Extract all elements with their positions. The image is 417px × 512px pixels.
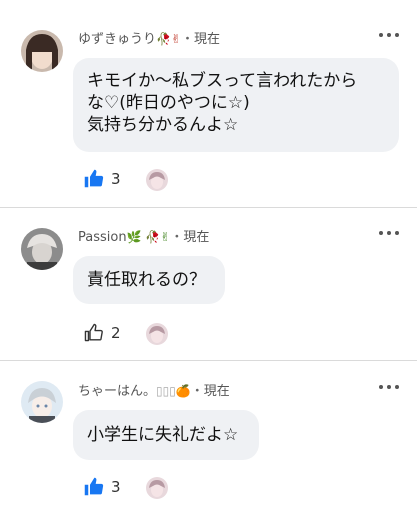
comment-bubble: 小学生に失礼だよ☆ — [73, 410, 259, 460]
more-options-icon[interactable] — [379, 31, 399, 39]
author-name[interactable]: ちゃーはん。 — [78, 384, 156, 399]
separator-dot: ・ — [181, 32, 195, 47]
timestamp: 現在 — [183, 230, 210, 245]
thumbs-up-icon — [84, 169, 104, 188]
separator-dot: ・ — [190, 384, 204, 399]
like-count: 3 — [111, 169, 121, 188]
more-options-icon[interactable] — [379, 383, 399, 391]
like-button[interactable]: 2 — [83, 322, 121, 343]
divider — [0, 360, 417, 361]
liker-avatar[interactable] — [146, 477, 168, 499]
author-emoji: 🌿 🥀✌ — [126, 230, 171, 244]
divider — [0, 207, 417, 208]
separator-dot: ・ — [170, 230, 184, 245]
like-button[interactable]: 3 — [83, 168, 121, 189]
thumbs-up-icon — [84, 477, 104, 496]
liker-avatar[interactable] — [146, 323, 168, 345]
avatar[interactable] — [21, 228, 63, 270]
author-emoji: ▯▯▯🍊 — [156, 384, 191, 398]
like-count: 3 — [111, 477, 121, 496]
like-count: 2 — [111, 323, 121, 342]
liker-avatar[interactable] — [146, 169, 168, 191]
more-options-icon[interactable] — [379, 229, 399, 237]
author-emoji: 🥀✌ — [156, 32, 182, 46]
comment-bubble: キモイか〜私ブスって言われたから な♡(昨日のやつに☆) 気持ち分かるんよ☆ — [73, 58, 399, 152]
avatar[interactable] — [21, 381, 63, 423]
comment-meta: ちゃーはん。▯▯▯🍊・現在 — [78, 380, 230, 399]
avatar[interactable] — [21, 30, 63, 72]
author-name[interactable]: Passion — [78, 230, 127, 245]
comment-meta: ゆずきゅうり🥀✌・現在 — [78, 28, 220, 47]
timestamp: 現在 — [194, 32, 221, 47]
comment-meta: Passion🌿 🥀✌・現在 — [78, 226, 209, 245]
like-button[interactable]: 3 — [83, 476, 121, 497]
author-name[interactable]: ゆずきゅうり — [78, 32, 156, 47]
timestamp: 現在 — [203, 384, 230, 399]
thumbs-up-icon — [84, 323, 103, 342]
comment-bubble: 責任取れるの？ — [73, 256, 225, 304]
